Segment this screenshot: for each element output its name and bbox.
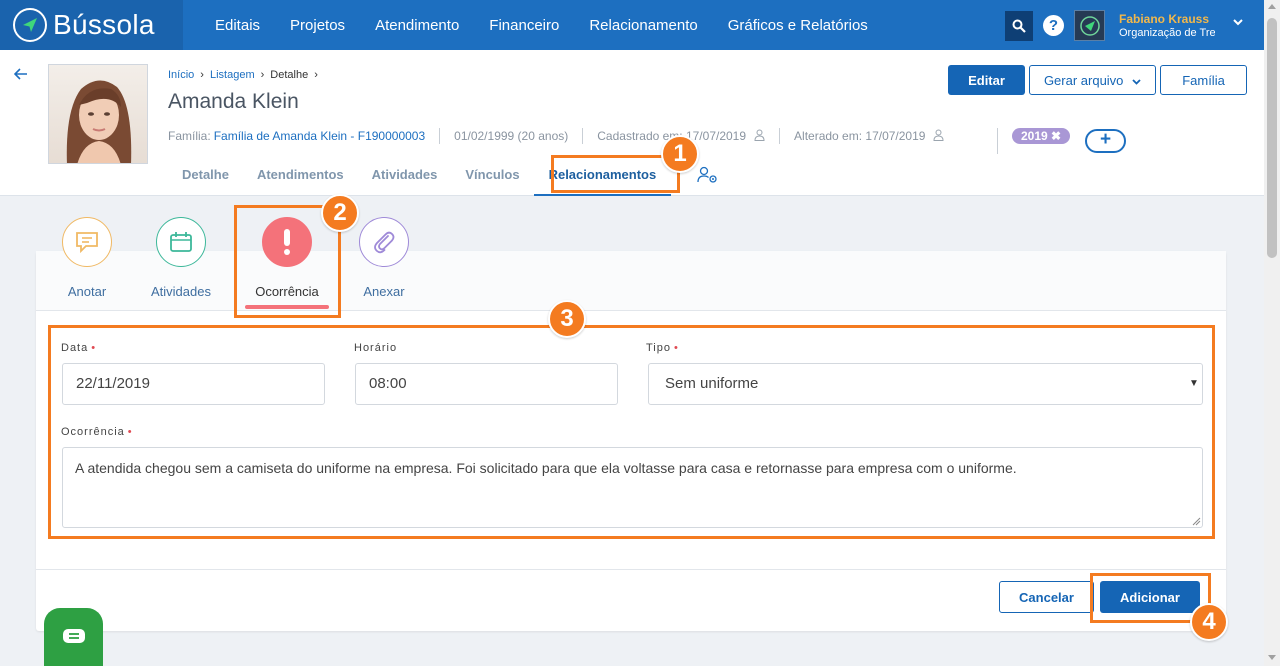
person-meta: Família: Família de Amanda Klein - F1900…: [168, 128, 944, 144]
breadcrumb-detalhe: Detalhe: [270, 69, 309, 81]
activity-label: Atividades: [151, 284, 211, 299]
step-badge-1: 1: [661, 135, 699, 173]
main-menu: Editais Projetos Atendimento Financeiro …: [200, 0, 883, 50]
updated-date: Alterado em: 17/07/2019: [794, 129, 926, 143]
logo[interactable]: Bússola: [0, 0, 183, 50]
user-avatar[interactable]: [1074, 10, 1105, 41]
page-title: Amanda Klein: [168, 90, 299, 113]
note-icon: [62, 217, 112, 267]
breadcrumb-separator: ›: [200, 69, 204, 81]
chevron-down-icon: [1132, 78, 1141, 85]
family-button[interactable]: Família: [1160, 65, 1247, 95]
nav-link-atendimento[interactable]: Atendimento: [360, 17, 474, 34]
calendar-icon: [156, 217, 206, 267]
divider: [582, 128, 584, 144]
top-navbar: Bússola Editais Projetos Atendimento Fin…: [0, 0, 1264, 50]
year-tag[interactable]: 2019 ✖: [1012, 128, 1071, 144]
highlight-box-1: [551, 155, 680, 193]
tab-atividades[interactable]: Atividades: [358, 166, 452, 196]
activity-anexar[interactable]: Anexar: [344, 217, 424, 299]
activity-anotar[interactable]: Anotar: [47, 217, 127, 299]
tab-detalhe[interactable]: Detalhe: [168, 166, 243, 196]
divider: [439, 128, 441, 144]
nav-link-projetos[interactable]: Projetos: [275, 17, 360, 34]
chat-icon: [62, 629, 85, 643]
page-scrollbar[interactable]: [1264, 0, 1280, 666]
close-icon[interactable]: ✖: [1051, 129, 1061, 143]
step-badge-2: 2: [321, 194, 359, 232]
help-icon[interactable]: ?: [1043, 15, 1064, 36]
scroll-up-arrow-icon[interactable]: [1268, 4, 1276, 9]
cancel-button[interactable]: Cancelar: [999, 581, 1094, 613]
divider: [997, 128, 998, 154]
breadcrumb-separator: ›: [314, 69, 318, 81]
activity-atividades[interactable]: Atividades: [141, 217, 221, 299]
edit-button[interactable]: Editar: [948, 65, 1025, 95]
chat-button[interactable]: [44, 608, 103, 666]
scroll-thumb[interactable]: [1267, 18, 1277, 258]
breadcrumb: Início › Listagem › Detalhe ›: [168, 69, 318, 81]
chevron-down-icon[interactable]: [1233, 17, 1243, 29]
add-tag-button[interactable]: +: [1085, 129, 1126, 153]
org-logo-icon: [1079, 15, 1100, 36]
highlight-box-3: [48, 325, 1215, 539]
divider: [36, 569, 1226, 570]
nav-link-financeiro[interactable]: Financeiro: [474, 17, 574, 34]
nav-link-relacionamento[interactable]: Relacionamento: [574, 17, 712, 34]
family-link[interactable]: Família de Amanda Klein - F190000003: [214, 129, 425, 143]
breadcrumb-listagem[interactable]: Listagem: [210, 69, 255, 81]
user-organization: Organização de Tre: [1119, 27, 1215, 39]
user-name[interactable]: Fabiano Krauss: [1119, 12, 1209, 26]
activity-label: Anotar: [67, 284, 107, 299]
search-button[interactable]: [1005, 11, 1033, 41]
generate-file-button[interactable]: Gerar arquivo: [1029, 65, 1156, 95]
tab-atendimentos[interactable]: Atendimentos: [243, 166, 358, 196]
birth-date: 01/02/1999 (20 anos): [454, 129, 569, 143]
nav-link-editais[interactable]: Editais: [200, 17, 275, 34]
activity-label: Anexar: [363, 284, 405, 299]
nav-link-graficos[interactable]: Gráficos e Relatórios: [713, 17, 883, 34]
year-tag-label: 2019: [1021, 129, 1048, 143]
user-icon[interactable]: [754, 129, 765, 144]
user-settings-icon[interactable]: [697, 166, 719, 189]
back-arrow-icon[interactable]: [13, 64, 28, 85]
step-badge-3: 3: [548, 300, 586, 338]
divider: [779, 128, 781, 144]
logo-text: Bússola: [53, 9, 155, 40]
breadcrumb-separator: ›: [260, 69, 265, 81]
search-icon: [1012, 19, 1026, 33]
compass-icon: [13, 8, 47, 42]
person-photo: [48, 64, 148, 164]
generate-file-label: Gerar arquivo: [1043, 72, 1124, 88]
paperclip-icon: [359, 217, 409, 267]
tab-vinculos[interactable]: Vínculos: [451, 166, 533, 196]
step-badge-4: 4: [1190, 603, 1228, 641]
user-icon[interactable]: [933, 129, 944, 144]
breadcrumb-inicio[interactable]: Início: [168, 69, 194, 81]
scroll-down-arrow-icon[interactable]: [1268, 655, 1276, 660]
family-label: Família:: [168, 129, 211, 143]
